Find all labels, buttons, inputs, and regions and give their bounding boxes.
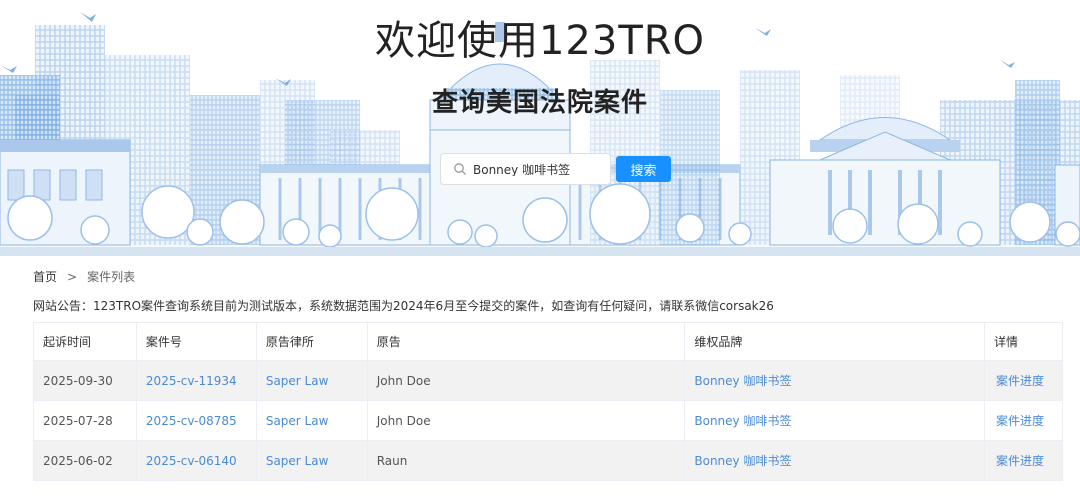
cell-plaintiff: Raun — [366, 440, 686, 481]
brand-link[interactable]: Bonney 咖啡书签 — [694, 414, 791, 428]
breadcrumb: 首页 > 案件列表 — [33, 268, 135, 285]
header-plaintiff: 原告 — [366, 322, 686, 361]
search-box[interactable] — [440, 153, 611, 185]
brand-link[interactable]: Bonney 咖啡书签 — [694, 454, 791, 468]
case-progress-link[interactable]: 案件进度 — [996, 454, 1044, 468]
table-row: 2025-07-28 2025-cv-08785 Saper Law John … — [33, 400, 1063, 441]
header-plaintiff-firm: 原告律所 — [255, 322, 368, 361]
header-filing-date: 起诉时间 — [33, 322, 137, 361]
breadcrumb-current: 案件列表 — [87, 270, 136, 284]
cell-plaintiff: John Doe — [366, 400, 686, 441]
table-row: 2025-09-30 2025-cv-11934 Saper Law John … — [33, 360, 1063, 401]
search-input[interactable] — [473, 162, 603, 176]
plaintiff-firm-link[interactable]: Saper Law — [266, 454, 329, 468]
cell-filing-date: 2025-07-28 — [33, 400, 137, 441]
page-title: 欢迎使用123TRO — [374, 18, 706, 64]
cell-filing-date: 2025-06-02 — [33, 440, 137, 481]
plaintiff-firm-link[interactable]: Saper Law — [266, 414, 329, 428]
case-table: 起诉时间 案件号 原告律所 原告 维权品牌 详情 2025-09-30 2025… — [33, 322, 1063, 481]
plaintiff-firm-link[interactable]: Saper Law — [266, 374, 329, 388]
breadcrumb-home[interactable]: 首页 — [33, 268, 57, 285]
site-notice: 网站公告：123TRO案件查询系统目前为测试版本，系统数据范围为2024年6月至… — [33, 299, 774, 313]
breadcrumb-separator: > — [67, 269, 78, 284]
case-number-link[interactable]: 2025-cv-08785 — [146, 414, 237, 428]
search-button[interactable]: 搜索 — [616, 156, 671, 182]
case-number-link[interactable]: 2025-cv-06140 — [146, 454, 237, 468]
brand-link[interactable]: Bonney 咖啡书签 — [694, 374, 791, 388]
ground-strip — [0, 247, 1080, 256]
header-detail: 详情 — [984, 322, 1063, 361]
cell-plaintiff: John Doe — [366, 360, 686, 401]
header-brand: 维权品牌 — [684, 322, 986, 361]
case-progress-link[interactable]: 案件进度 — [996, 374, 1044, 388]
header-case-number: 案件号 — [135, 322, 257, 361]
case-number-link[interactable]: 2025-cv-11934 — [146, 374, 237, 388]
table-row: 2025-06-02 2025-cv-06140 Saper Law Raun … — [33, 440, 1063, 481]
page-subtitle: 查询美国法院案件 — [431, 88, 648, 118]
cell-filing-date: 2025-09-30 — [33, 360, 137, 401]
hero-banner: 欢迎使用123TRO 查询美国法院案件 搜索 — [0, 0, 1080, 256]
table-header-row: 起诉时间 案件号 原告律所 原告 维权品牌 详情 — [33, 322, 1063, 361]
case-progress-link[interactable]: 案件进度 — [996, 414, 1044, 428]
search-icon — [453, 162, 467, 176]
